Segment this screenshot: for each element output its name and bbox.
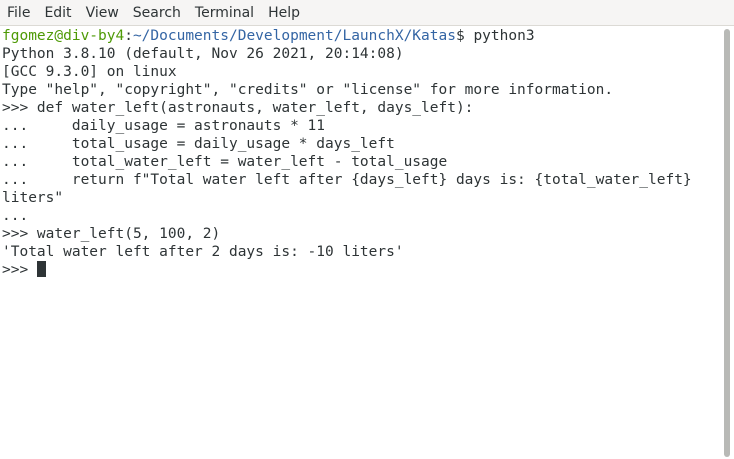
terminal-line: ... total_water_left = water_left - tota… <box>2 154 448 170</box>
prompt-separator: : <box>124 28 133 44</box>
shell-prompt-line: fgomez@div-by4:~/Documents/Development/L… <box>2 27 720 45</box>
prompt-path: ~/Documents/Development/LaunchX/Katas <box>132 28 456 44</box>
menu-help[interactable]: Help <box>261 0 307 26</box>
terminal-line: 'Total water left after 2 days is: -10 l… <box>2 244 404 260</box>
terminal-line: ... <box>2 208 29 224</box>
menu-search[interactable]: Search <box>126 0 188 26</box>
terminal-line: ... return f"Total water left after {day… <box>2 172 692 188</box>
terminal-line: ... daily_usage = astronauts * 11 <box>2 118 326 134</box>
menu-bar: File Edit View Search Terminal Help <box>0 0 734 26</box>
menu-file[interactable]: File <box>0 0 37 26</box>
scrollbar-thumb[interactable] <box>724 29 730 457</box>
terminal-line: >>> def water_left(astronauts, water_lef… <box>2 100 474 116</box>
text-cursor <box>36 261 46 277</box>
shell-command: python3 <box>473 28 535 44</box>
menu-view[interactable]: View <box>79 0 126 26</box>
terminal-line: Python 3.8.10 (default, Nov 26 2021, 20:… <box>2 46 404 62</box>
terminal-line: liters" <box>2 190 64 206</box>
terminal-line: Type "help", "copyright", "credits" or "… <box>2 82 614 98</box>
current-prompt-line[interactable]: >>> <box>2 261 720 279</box>
python-prompt: >>> <box>2 262 37 278</box>
vertical-scrollbar[interactable] <box>720 27 734 459</box>
prompt-end: $ <box>455 28 474 44</box>
menu-edit[interactable]: Edit <box>37 0 78 26</box>
terminal-line: >>> water_left(5, 100, 2) <box>2 226 221 242</box>
terminal-line: [GCC 9.3.0] on linux <box>2 64 177 80</box>
menu-terminal[interactable]: Terminal <box>188 0 261 26</box>
terminal-line: ... total_usage = daily_usage * days_lef… <box>2 136 395 152</box>
prompt-user: fgomez@div-by4 <box>2 28 125 44</box>
terminal-window: File Edit View Search Terminal Help fgom… <box>0 0 734 459</box>
terminal-output[interactable]: fgomez@div-by4:~/Documents/Development/L… <box>0 27 720 459</box>
